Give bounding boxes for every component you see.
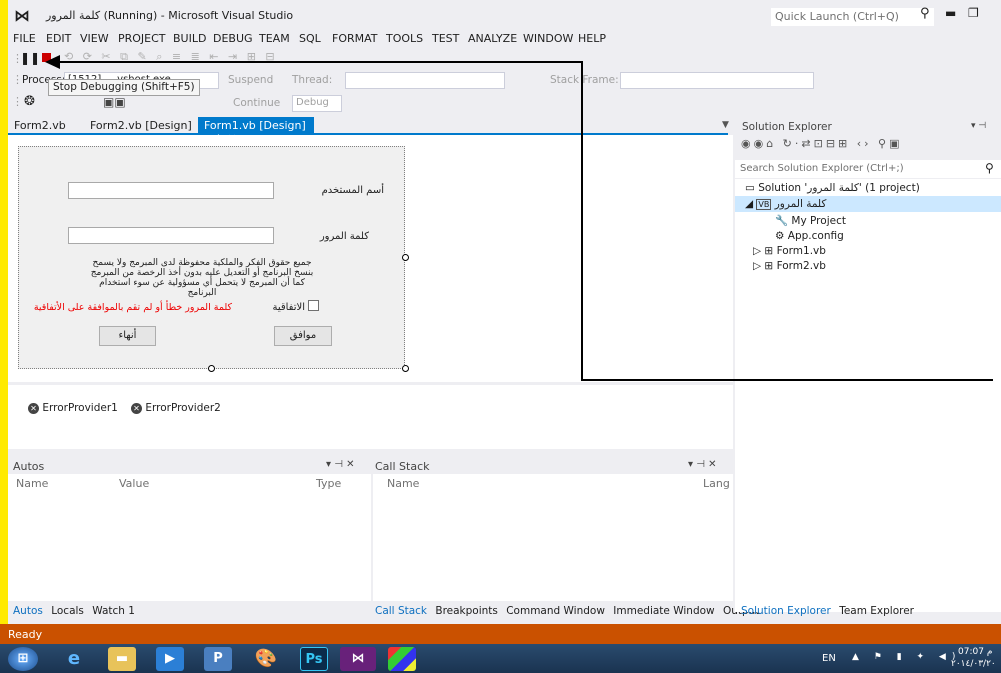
stop-debugging-tooltip: Stop Debugging (Shift+F5)	[48, 79, 200, 96]
annotation-arrow	[45, 55, 993, 381]
